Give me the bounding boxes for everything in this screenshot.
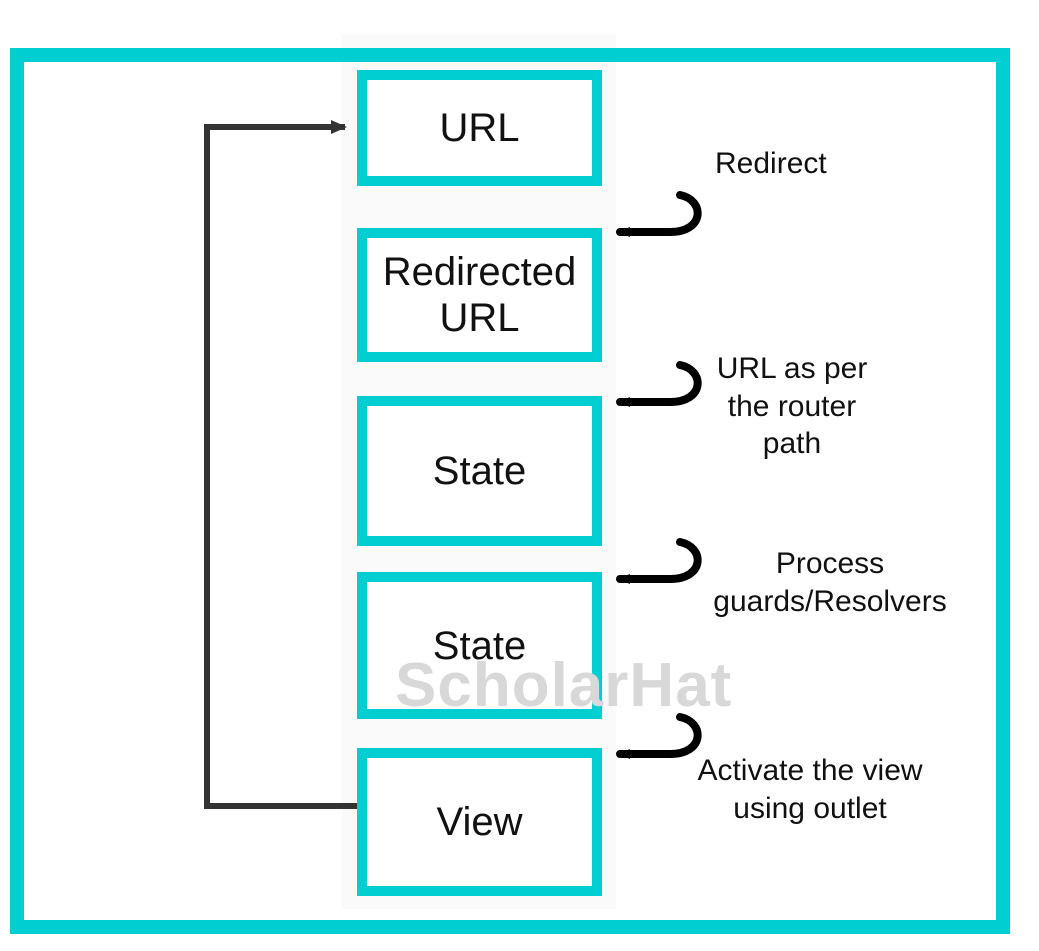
node-url: URL (357, 70, 602, 186)
node-state-1: State (357, 396, 602, 546)
node-state-2: State (357, 572, 602, 719)
annotation-guards: Processguards/Resolvers (700, 545, 960, 620)
annotation-redirect: Redirect (715, 145, 827, 183)
annotation-activate: Activate the viewusing outlet (660, 752, 960, 827)
annotation-url-router: URL as perthe routerpath (702, 350, 882, 463)
node-redirected-url: RedirectedURL (357, 228, 602, 362)
node-view: View (357, 748, 602, 896)
